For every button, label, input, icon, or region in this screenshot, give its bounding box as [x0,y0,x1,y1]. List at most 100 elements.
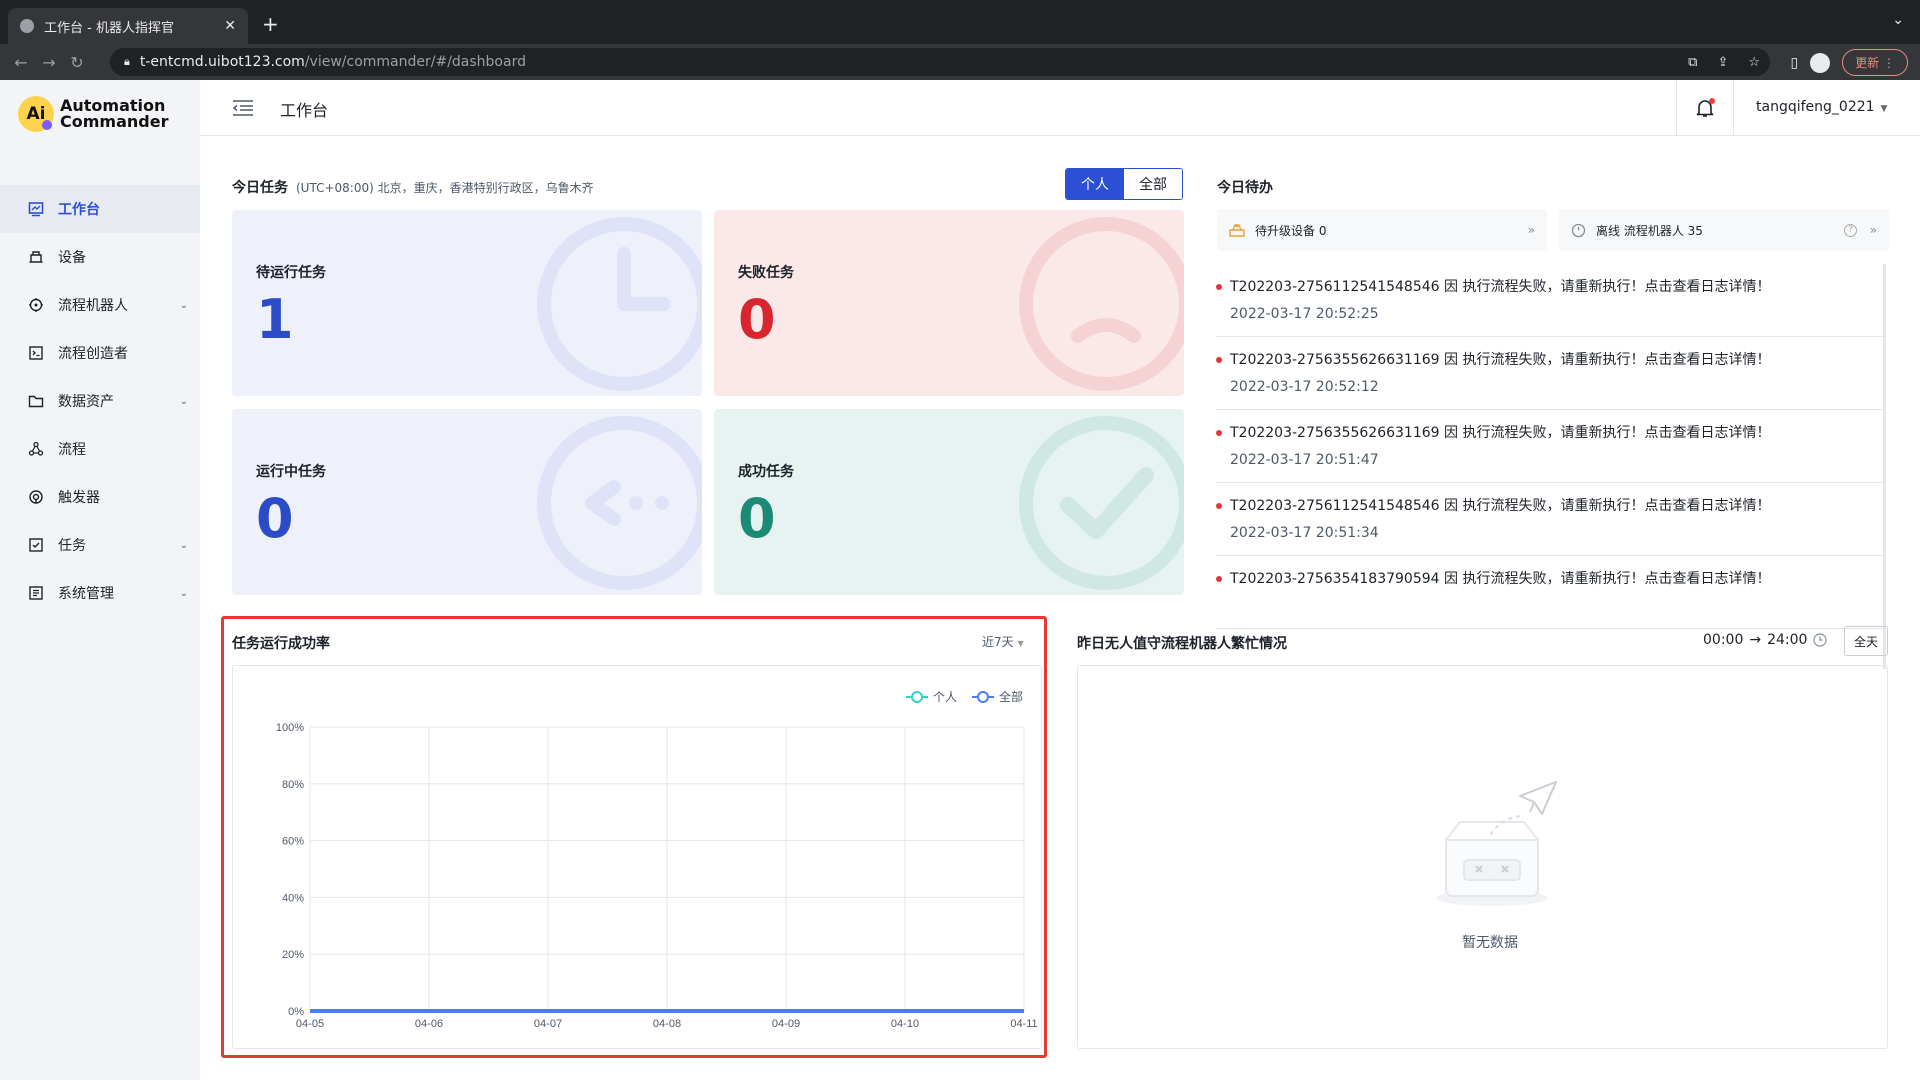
notification-item[interactable]: T202203-2756112541548546 因 执行流程失败，请重新执行！… [1216,483,1883,556]
y-tick-label: 60% [282,836,304,848]
task-icon [28,537,44,553]
x-tick-label: 04-09 [772,1018,800,1030]
scope-all-button[interactable]: 全部 [1124,169,1182,199]
sidebar-item-label: 数据资产 [58,394,114,410]
offline-robots-text: 离线 流程机器人 35 [1596,223,1703,238]
legend-label-1: 全部 [999,689,1023,704]
checkmark-icon [1019,416,1184,590]
sidebar-item-label: 触发器 [58,490,100,506]
chevron-down-icon: ⌄ [179,587,188,599]
notification-item[interactable]: T202203-2756355626631169 因 执行流程失败，请重新执行！… [1216,410,1883,483]
running-tasks-card[interactable]: 运行中任务 0 [232,409,702,595]
sidebar-item-8[interactable]: 系统管理 ⌄ [0,569,200,617]
all-day-button[interactable]: 全天 [1844,626,1888,656]
success-tasks-card[interactable]: 成功任务 0 [714,409,1184,595]
sidebar-item-label: 任务 [58,538,86,554]
page-title: 工作台 [280,101,329,120]
range-select-value: 近7天 [982,635,1014,649]
sidebar-item-0[interactable]: 工作台 [0,185,200,233]
notification-time: 2022-03-17 20:52:12 [1230,379,1379,395]
time-range-arrow: → [1749,632,1762,648]
side-panel-icon[interactable]: ▯ [1790,55,1798,71]
sidebar-item-label: 流程 [58,442,86,458]
running-value: 0 [256,487,294,550]
x-tick-label: 04-11 [1010,1018,1037,1030]
upgrade-devices-box[interactable]: 待升级设备 0 » [1217,209,1547,251]
notification-list: T202203-2756112541548546 因 执行流程失败，请重新执行！… [1216,264,1886,669]
sidebar-item-2[interactable]: 流程机器人 ⌄ [0,281,200,329]
time-range-picker[interactable]: 00:00 → 24:00 [1703,632,1828,648]
chevron-down-icon: ▼ [1017,639,1024,648]
lock-icon: 🔒︎ [124,55,130,68]
notification-text: T202203-2756355626631169 因 执行流程失败，请重新执行！… [1230,425,1771,441]
sidebar-item-4[interactable]: 数据资产 ⌄ [0,377,200,425]
address-bar[interactable]: 🔒︎ t-entcmd.uibot123.com/view/commander/… [110,48,1770,76]
failed-tasks-card[interactable]: 失败任务 0 [714,210,1184,396]
sidebar-menu: 工作台 设备 流程机器人 ⌄ 流程创造者 数据资产 ⌄ 流程 触发器 任务 ⌄ 系统管理 ⌄ [0,185,200,617]
update-label: 更新 [1855,56,1880,70]
sidebar-item-6[interactable]: 触发器 [0,473,200,521]
loading-icon [537,416,702,590]
profile-icon[interactable] [1810,52,1831,73]
bookmark-star-icon[interactable]: ☆ [1748,55,1760,70]
process-icon [28,441,44,457]
pending-tasks-card[interactable]: 待运行任务 1 [232,210,702,396]
forward-icon[interactable]: → [36,53,62,72]
notification-item[interactable]: T202203-2756355626631169 因 执行流程失败，请重新执行！… [1216,337,1883,410]
sidebar-item-label: 系统管理 [58,586,114,602]
device-icon [28,249,44,265]
scope-personal-button[interactable]: 个人 [1066,169,1124,199]
share-icon[interactable]: ⇪ [1717,55,1728,70]
notification-button[interactable] [1676,80,1734,136]
x-tick-label: 04-07 [534,1018,562,1030]
reload-icon[interactable]: ↻ [64,53,90,72]
robot-icon [28,297,44,313]
range-select[interactable]: 近7天 ▼ [982,633,1024,650]
clock-icon [537,217,702,391]
tab-search-icon[interactable]: ⌄ [1892,12,1904,28]
brand-logo[interactable]: Ai Automation Commander [18,96,168,132]
translate-icon[interactable]: ⧉ [1688,55,1697,70]
update-button[interactable]: 更新 ⋮ [1842,49,1908,76]
notification-item[interactable]: T202203-2756354183790594 因 执行流程失败，请重新执行！… [1216,556,1883,629]
trigger-icon [28,489,44,505]
browser-tabbar: 工作台 - 机器人指挥官 ✕ + ⌄ [0,0,1920,44]
y-tick-label: 40% [282,892,304,904]
sidebar: Ai Automation Commander 工作台 设备 流程机器人 ⌄ 流程创造者… [0,80,200,1080]
browser-tab[interactable]: 工作台 - 机器人指挥官 ✕ [8,8,248,44]
robot-offline-icon [1571,223,1586,238]
sidebar-item-label: 流程机器人 [58,298,128,314]
sidebar-item-5[interactable]: 流程 [0,425,200,473]
pending-value: 1 [256,288,294,351]
today-tasks-heading: 今日任务 [232,180,288,196]
chevron-down-icon: ⌄ [179,539,188,551]
y-tick-label: 0% [288,1006,304,1018]
new-tab-icon[interactable]: + [262,12,279,36]
todo-title: 今日待办 [1217,180,1273,196]
sidebar-item-3[interactable]: 流程创造者 [0,329,200,377]
legend-marker-0 [911,691,923,703]
back-icon[interactable]: ← [8,53,34,72]
close-tab-icon[interactable]: ✕ [224,18,236,34]
notification-text: T202203-2756355626631169 因 执行流程失败，请重新执行！… [1230,352,1771,368]
globe-icon [20,19,34,33]
empty-state-text: 暂无数据 [1462,935,1518,951]
user-menu[interactable]: tangqifeng_0221 ▼ [1756,99,1887,115]
failed-value: 0 [738,288,776,351]
pending-label: 待运行任务 [256,265,326,281]
notification-item[interactable]: T202203-2756112541548546 因 执行流程失败，请重新执行！… [1216,264,1883,337]
sidebar-item-label: 工作台 [58,202,100,218]
offline-robots-box[interactable]: 离线 流程机器人 35 ? » [1559,209,1889,251]
success-label: 成功任务 [738,464,794,480]
double-chevron-right-icon: » [1869,223,1877,237]
brand-mark-icon: Ai [18,96,54,132]
collapse-menu-icon[interactable] [232,100,254,116]
today-tasks-title: 今日任务 (UTC+08:00) 北京，重庆，香港特别行政区，乌鲁木齐 [232,177,594,197]
x-tick-label: 04-05 [296,1018,324,1030]
sidebar-item-7[interactable]: 任务 ⌄ [0,521,200,569]
time-end: 24:00 [1767,632,1808,648]
upgrade-icon [1229,223,1245,237]
help-icon[interactable]: ? [1844,223,1857,237]
sidebar-item-1[interactable]: 设备 [0,233,200,281]
x-tick-label: 04-06 [415,1018,443,1030]
